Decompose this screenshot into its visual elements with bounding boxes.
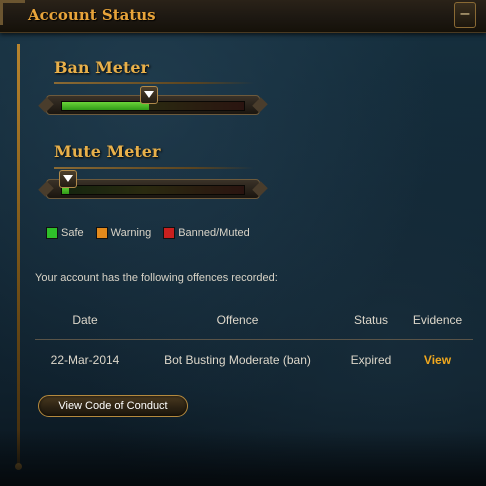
ban-meter-indicator-icon [140, 86, 158, 104]
titlebar-corner-ornament [0, 0, 25, 25]
mute-meter-track [61, 185, 245, 195]
window-title: Account Status [28, 6, 156, 24]
banned-color-swatch [163, 227, 176, 239]
title-bar: Account Status – [0, 0, 486, 33]
legend-label-banned: Banned/Muted [178, 227, 250, 239]
view-code-of-conduct-button[interactable]: View Code of Conduct [38, 395, 188, 417]
legend-label-warning: Warning [110, 227, 152, 239]
table-row: 22-Mar-2014 Bot Busting Moderate (ban) E… [35, 340, 473, 381]
offence-name: Bot Busting Moderate (ban) [164, 353, 311, 367]
column-header-evidence: Evidence [402, 309, 473, 340]
ban-meter-divider [54, 82, 254, 84]
legend-item-warning: Warning [95, 227, 152, 239]
column-header-date: Date [35, 309, 135, 340]
view-evidence-link[interactable]: View [424, 353, 451, 367]
meter-legend: Safe Warning Banned/Muted [46, 226, 262, 240]
column-header-status: Status [340, 309, 402, 340]
offences-intro-text: Your account has the following offences … [35, 272, 278, 284]
mute-meter-title: Mute Meter [54, 142, 161, 161]
legend-item-banned: Banned/Muted [163, 227, 250, 239]
mute-meter-divider [54, 167, 254, 169]
offence-evidence-cell: View [402, 340, 473, 381]
column-header-offence: Offence [135, 309, 340, 340]
legend-label-safe: Safe [61, 227, 84, 239]
minimize-button[interactable]: – [454, 2, 476, 28]
hanging-chain-ornament [15, 44, 22, 470]
offence-date: 22-Mar-2014 [50, 353, 120, 367]
mute-meter-indicator-icon [59, 170, 77, 188]
ban-meter-title: Ban Meter [54, 58, 149, 77]
account-status-window: Account Status – Ban Meter Mute Meter Sa… [0, 0, 486, 486]
warning-color-swatch [95, 227, 108, 239]
offences-table-header: Date Offence Status Evidence [35, 309, 473, 340]
legend-item-safe: Safe [46, 227, 84, 239]
offences-table: Date Offence Status Evidence 22-Mar-2014… [35, 309, 473, 380]
background-rubble-decoration [0, 430, 486, 486]
ban-meter-fill [62, 102, 150, 110]
offence-status: Expired [350, 353, 392, 367]
mute-meter [46, 179, 260, 199]
safe-color-swatch [46, 227, 58, 239]
